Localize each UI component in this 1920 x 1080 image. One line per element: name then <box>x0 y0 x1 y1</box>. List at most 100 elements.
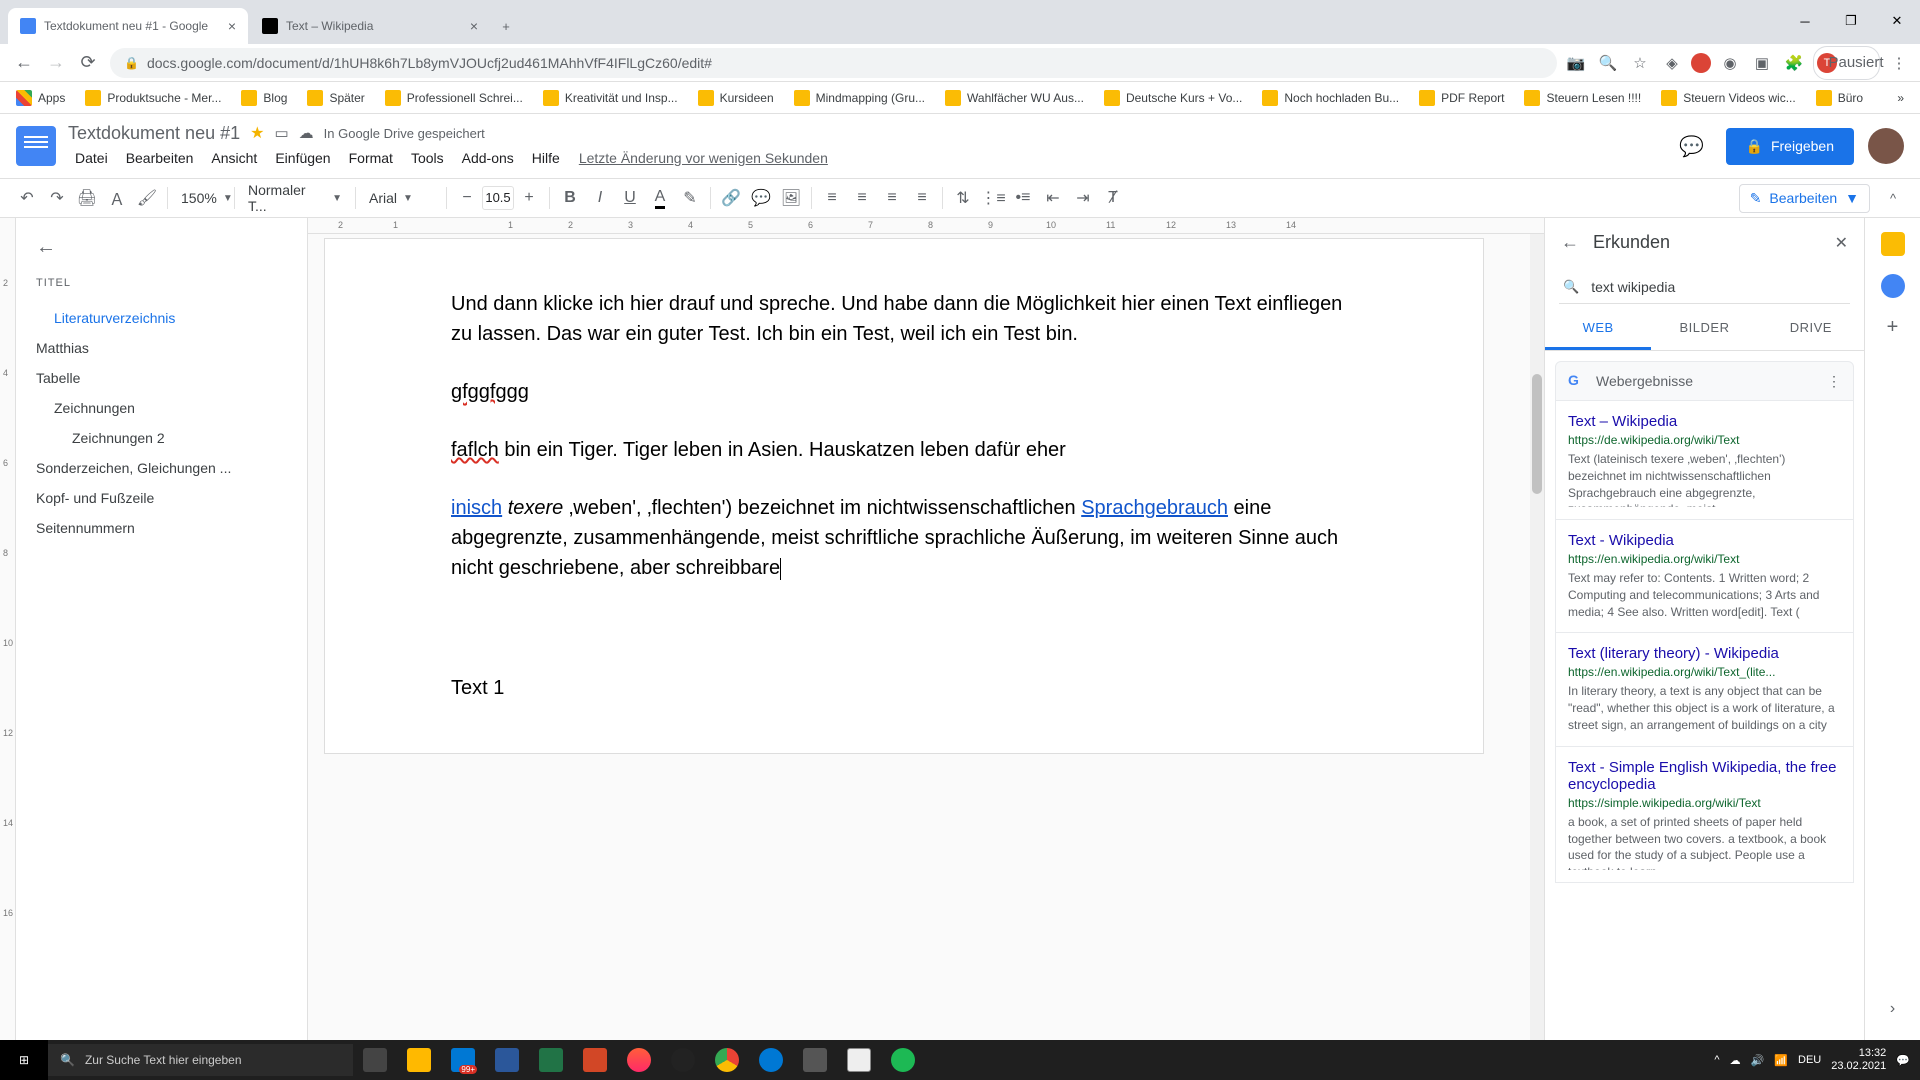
extensions-icon[interactable]: 🧩 <box>1781 50 1807 76</box>
tray-chevron-icon[interactable]: ^ <box>1714 1054 1719 1066</box>
zoom-select[interactable]: 150%▼ <box>173 184 229 212</box>
collapse-toolbar-button[interactable]: ^ <box>1878 183 1908 213</box>
tab-web[interactable]: WEB <box>1545 308 1651 350</box>
menu-einfuegen[interactable]: Einfügen <box>268 146 337 170</box>
print-button[interactable]: 🖨 <box>72 183 102 213</box>
menu-icon[interactable]: ⋮ <box>1886 50 1912 76</box>
bookmark-item[interactable]: Deutsche Kurs + Vo... <box>1096 86 1250 110</box>
undo-button[interactable]: ↶ <box>12 183 42 213</box>
menu-bearbeiten[interactable]: Bearbeiten <box>119 146 201 170</box>
outline-item[interactable]: Matthias <box>36 333 287 363</box>
new-tab-button[interactable]: + <box>492 12 520 40</box>
font-size-input[interactable]: 10.5 <box>482 186 514 210</box>
share-button[interactable]: 🔒 Freigeben <box>1726 128 1854 165</box>
underline-button[interactable]: U <box>615 183 645 213</box>
link-button[interactable]: 🔗 <box>716 183 746 213</box>
font-size-increase[interactable]: + <box>514 183 544 213</box>
obs-icon[interactable] <box>661 1040 705 1080</box>
bookmark-item[interactable]: Steuern Lesen !!!! <box>1516 86 1649 110</box>
document-title[interactable]: Textdokument neu #1 <box>68 123 240 144</box>
search-result[interactable]: Text – Wikipedia https://de.wikipedia.or… <box>1555 401 1854 520</box>
explore-search[interactable]: 🔍 <box>1559 271 1850 304</box>
bold-button[interactable]: B <box>555 183 585 213</box>
ext-icon[interactable]: ◈ <box>1659 50 1685 76</box>
bookmark-item[interactable]: Blog <box>233 86 295 110</box>
language-indicator[interactable]: DEU <box>1798 1054 1821 1066</box>
minimize-icon[interactable]: ─ <box>1782 6 1828 36</box>
explore-back-button[interactable]: ← <box>1561 232 1579 253</box>
collapse-rail-icon[interactable]: › <box>1881 1000 1905 1024</box>
browser-tab-active[interactable]: Textdokument neu #1 - Google × <box>8 8 248 44</box>
start-button[interactable]: ⊞ <box>0 1040 48 1080</box>
close-icon[interactable]: × <box>470 18 478 34</box>
ext-icon[interactable]: ▣ <box>1749 50 1775 76</box>
spellcheck-button[interactable]: Ａ <box>102 183 132 213</box>
bookmark-item[interactable]: Professionell Schrei... <box>377 86 531 110</box>
ext-icon[interactable]: ◉ <box>1717 50 1743 76</box>
search-result[interactable]: Text - Wikipedia https://en.wikipedia.or… <box>1555 520 1854 633</box>
explore-search-input[interactable] <box>1591 279 1846 295</box>
cloud-icon[interactable]: ☁ <box>299 124 314 142</box>
menu-addons[interactable]: Add-ons <box>455 146 521 170</box>
indent-increase-button[interactable]: ⇥ <box>1068 183 1098 213</box>
bookmark-item[interactable]: Büro <box>1808 86 1871 110</box>
comment-button[interactable]: 💬 <box>746 183 776 213</box>
powerpoint-icon[interactable] <box>573 1040 617 1080</box>
font-size-decrease[interactable]: − <box>452 183 482 213</box>
search-result[interactable]: Text (literary theory) - Wikipedia https… <box>1555 633 1854 746</box>
reload-button[interactable]: ⟳ <box>72 47 104 79</box>
cloud-icon[interactable]: ☁ <box>1730 1054 1741 1067</box>
outline-item[interactable]: Seitennummern <box>36 513 287 543</box>
taskbar-search[interactable]: 🔍 Zur Suche Text hier eingeben <box>48 1044 353 1076</box>
redo-button[interactable]: ↷ <box>42 183 72 213</box>
spotify-icon[interactable] <box>881 1040 925 1080</box>
outline-item[interactable]: Zeichnungen <box>36 393 287 423</box>
comments-button[interactable]: 💬 <box>1672 126 1712 166</box>
ext-badge-icon[interactable] <box>1691 53 1711 73</box>
bookmark-item[interactable]: Produktsuche - Mer... <box>77 86 229 110</box>
paint-format-button[interactable]: 🖌 <box>132 183 162 213</box>
move-icon[interactable]: ▭ <box>274 124 288 142</box>
font-select[interactable]: Arial▼ <box>361 184 441 212</box>
bookmark-item[interactable]: Steuern Videos wic... <box>1653 86 1804 110</box>
outline-item[interactable]: Kopf- und Fußzeile <box>36 483 287 513</box>
wifi-icon[interactable]: 📶 <box>1774 1054 1788 1067</box>
clock[interactable]: 13:32 23.02.2021 <box>1831 1047 1886 1073</box>
docs-logo-icon[interactable] <box>16 126 56 166</box>
outline-back-button[interactable]: ← <box>36 236 287 259</box>
back-button[interactable]: ← <box>8 47 40 79</box>
close-icon[interactable]: ✕ <box>1835 233 1848 253</box>
outline-item[interactable]: Literaturverzeichnis <box>36 303 287 333</box>
outline-item[interactable]: Sonderzeichen, Gleichungen ... <box>36 453 287 483</box>
star-icon[interactable]: ★ <box>250 123 264 143</box>
last-change-link[interactable]: Letzte Änderung vor wenigen Sekunden <box>579 146 828 170</box>
app-icon[interactable] <box>617 1040 661 1080</box>
chrome-icon[interactable] <box>705 1040 749 1080</box>
add-icon[interactable]: + <box>1881 316 1905 340</box>
zoom-icon[interactable]: 🔍 <box>1595 50 1621 76</box>
outline-item[interactable]: Tabelle <box>36 363 287 393</box>
word-icon[interactable] <box>485 1040 529 1080</box>
menu-tools[interactable]: Tools <box>404 146 451 170</box>
bookmark-item[interactable]: Später <box>299 86 372 110</box>
user-avatar[interactable] <box>1868 128 1904 164</box>
document-page[interactable]: Und dann klicke ich hier drauf und sprec… <box>324 238 1484 754</box>
bookmark-item[interactable]: Wahlfächer WU Aus... <box>937 86 1092 110</box>
edit-mode-select[interactable]: ✎ Bearbeiten ▼ <box>1739 184 1870 213</box>
scrollbar-thumb[interactable] <box>1532 374 1542 494</box>
task-view-icon[interactable] <box>353 1040 397 1080</box>
document-canvas[interactable]: 2 1 1 2 3 4 5 6 7 8 9 10 11 12 13 14 Und… <box>308 218 1544 1040</box>
tab-bilder[interactable]: BILDER <box>1651 308 1757 350</box>
keep-icon[interactable] <box>1881 232 1905 256</box>
align-right-button[interactable]: ≡ <box>877 183 907 213</box>
explorer-icon[interactable] <box>397 1040 441 1080</box>
app-icon[interactable] <box>793 1040 837 1080</box>
clear-format-button[interactable]: Ⱦ <box>1098 183 1128 213</box>
close-window-icon[interactable]: ✕ <box>1874 6 1920 36</box>
menu-ansicht[interactable]: Ansicht <box>204 146 264 170</box>
maximize-icon[interactable]: ❐ <box>1828 6 1874 36</box>
numbered-list-button[interactable]: ⋮≡ <box>978 183 1008 213</box>
highlight-button[interactable]: ✎ <box>675 183 705 213</box>
notepad-icon[interactable] <box>837 1040 881 1080</box>
url-input[interactable]: 🔒 docs.google.com/document/d/1hUH8k6h7Lb… <box>110 48 1557 78</box>
